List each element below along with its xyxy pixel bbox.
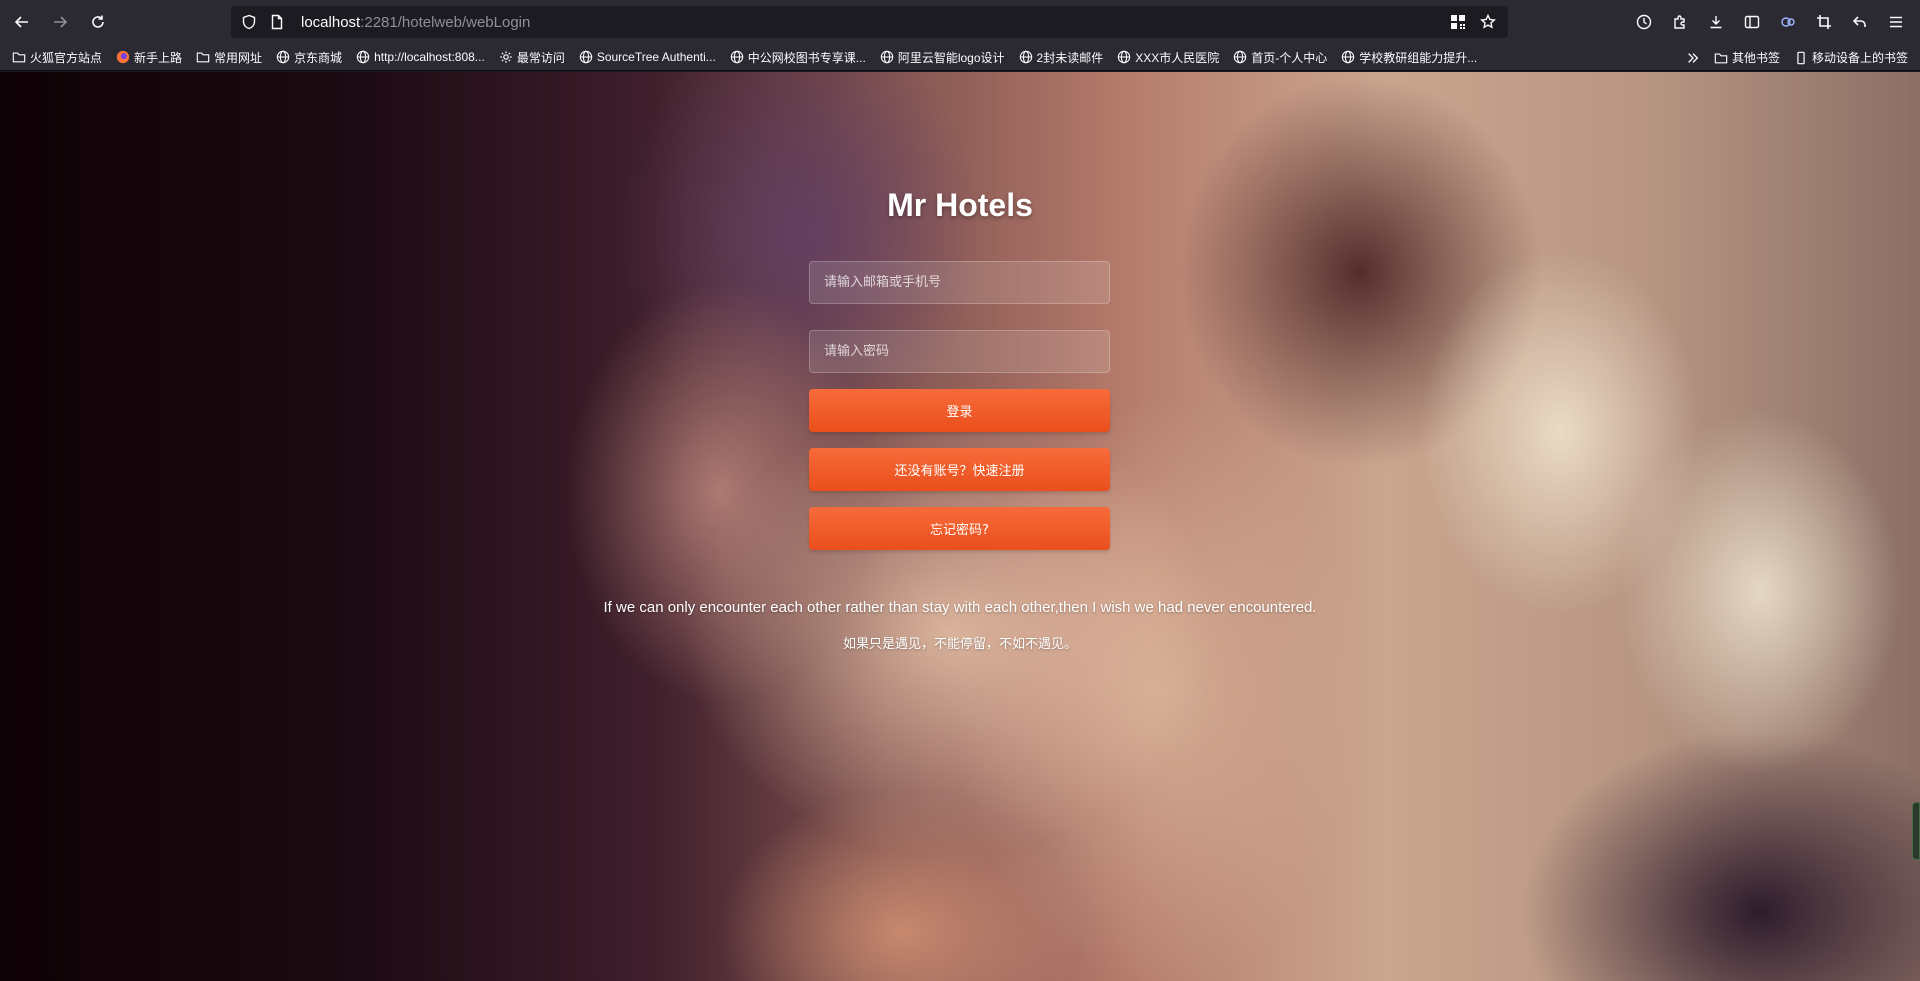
- browser-toolbar: localhost:2281/hotelweb/webLogin: [0, 0, 1920, 44]
- gear-icon: [499, 50, 513, 64]
- reload-button[interactable]: [82, 6, 114, 38]
- screenshot-button[interactable]: [1808, 6, 1840, 38]
- globe-icon: [1117, 50, 1131, 64]
- puzzle-icon: [1674, 15, 1685, 29]
- forgot-password-button[interactable]: 忘记密码?: [809, 507, 1110, 550]
- extension-button[interactable]: [1772, 6, 1804, 38]
- arrow-right-icon: [54, 16, 68, 28]
- bookmark-item[interactable]: 中公网校图书专享课...: [730, 46, 866, 68]
- extensions-button[interactable]: [1664, 6, 1696, 38]
- bookmark-item[interactable]: 学校教研组能力提升...: [1341, 46, 1477, 68]
- login-page: Mr Hotels 登录 还没有账号？快速注册 忘记密码? If we can …: [0, 72, 1920, 981]
- quote-english: If we can only encounter each other rath…: [603, 599, 1317, 616]
- arrow-left-icon: [14, 16, 28, 28]
- globe-icon: [579, 50, 593, 64]
- globe-icon: [1341, 50, 1355, 64]
- shield-icon[interactable]: [241, 14, 257, 30]
- qr-code-icon[interactable]: [1450, 14, 1466, 30]
- url-bar[interactable]: localhost:2281/hotelweb/webLogin: [231, 6, 1508, 38]
- chevron-double-right-icon[interactable]: [1686, 51, 1700, 65]
- bookmark-item[interactable]: 常用网址: [196, 46, 262, 68]
- url-text[interactable]: localhost:2281/hotelweb/webLogin: [301, 14, 530, 31]
- globe-icon: [356, 50, 370, 64]
- side-widget-handle[interactable]: [1912, 802, 1920, 860]
- bookmark-item[interactable]: XXX市人民医院: [1117, 46, 1219, 68]
- register-button[interactable]: 还没有账号？快速注册: [809, 448, 1110, 491]
- globe-icon: [1019, 50, 1033, 64]
- mobile-device-icon: [1794, 51, 1808, 65]
- account-input[interactable]: [809, 261, 1110, 304]
- password-input[interactable]: [809, 330, 1110, 373]
- bookmark-item[interactable]: 火狐官方站点: [12, 46, 102, 68]
- undo-button[interactable]: [1844, 6, 1876, 38]
- quote-chinese: 如果只是遇见，不能停留，不如不遇见。: [842, 637, 1077, 652]
- undo-icon: [1852, 16, 1866, 27]
- bookmark-item[interactable]: 阿里云智能logo设计: [880, 46, 1005, 68]
- firefox-icon: [116, 50, 130, 64]
- downloads-button[interactable]: [1700, 6, 1732, 38]
- bookmarks-toolbar: 火狐官方站点 新手上路 常用网址 京东商城 http://localhost:8…: [0, 44, 1920, 71]
- bookmark-item[interactable]: 京东商城: [276, 46, 342, 68]
- hamburger-icon: [1890, 16, 1902, 28]
- folder-icon: [196, 50, 210, 64]
- bookmark-item[interactable]: 首页-个人中心: [1233, 46, 1327, 68]
- globe-icon: [276, 50, 290, 64]
- login-form: 登录 还没有账号？快速注册 忘记密码?: [809, 261, 1110, 550]
- other-bookmarks[interactable]: 其他书签: [1714, 47, 1780, 69]
- folder-icon: [12, 50, 26, 64]
- bookmark-item[interactable]: 2封未读邮件: [1019, 46, 1103, 68]
- crop-icon: [1817, 15, 1831, 29]
- folder-icon: [1714, 51, 1728, 65]
- bookmark-item[interactable]: SourceTree Authenti...: [579, 46, 716, 68]
- brand-title: Mr Hotels: [887, 187, 1033, 223]
- mobile-bookmarks[interactable]: 移动设备上的书签: [1794, 47, 1908, 69]
- sidebar-button[interactable]: [1736, 6, 1768, 38]
- globe-icon: [880, 50, 894, 64]
- bookmark-item[interactable]: 最常访问: [499, 46, 565, 68]
- bookmark-item[interactable]: http://localhost:808...: [356, 46, 485, 68]
- login-button[interactable]: 登录: [809, 389, 1110, 432]
- page-icon[interactable]: [269, 14, 285, 30]
- sidebar-icon: [1744, 15, 1760, 29]
- history-button[interactable]: [1628, 6, 1660, 38]
- forward-button[interactable]: [44, 6, 76, 38]
- clock-icon: [1636, 14, 1652, 30]
- back-button[interactable]: [6, 6, 38, 38]
- globe-icon: [1233, 50, 1247, 64]
- bookmark-item[interactable]: 新手上路: [116, 46, 182, 68]
- menu-button[interactable]: [1880, 6, 1912, 38]
- extension-icon: [1781, 17, 1795, 27]
- reload-icon: [92, 15, 104, 28]
- star-icon[interactable]: [1480, 14, 1496, 30]
- download-icon: [1710, 16, 1722, 29]
- globe-icon: [730, 50, 744, 64]
